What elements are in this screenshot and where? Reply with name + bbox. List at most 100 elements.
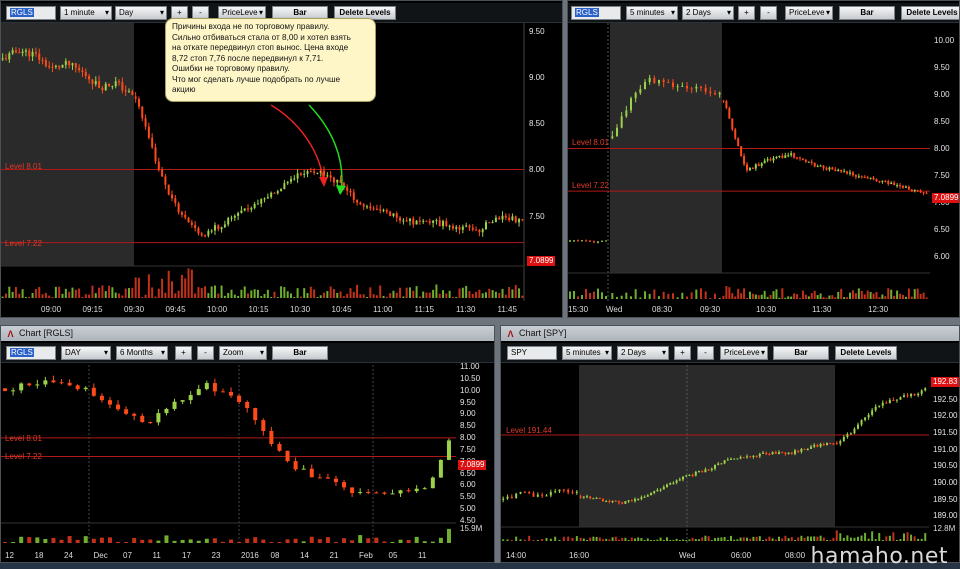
candle-body: [147, 126, 150, 138]
candle-body: [874, 406, 877, 411]
volume-bar: [303, 288, 306, 298]
candle-body: [71, 63, 74, 66]
ticker-input[interactable]: RGLS: [6, 346, 56, 360]
volume-bar: [567, 536, 570, 541]
delete-levels-button[interactable]: Delete Levels: [901, 6, 959, 20]
window-titlebar[interactable]: Λ Chart [RGLS]: [1, 326, 494, 341]
volume-bar: [762, 540, 764, 541]
volume-bar: [678, 540, 681, 541]
volume-bar: [881, 540, 884, 541]
x-tick-label: 09:30: [700, 305, 721, 314]
app-icon: Λ: [7, 329, 14, 339]
candle-body: [184, 214, 187, 218]
premarket-shade: [1, 23, 134, 266]
price-chart[interactable]: [568, 23, 930, 303]
bar-button[interactable]: Bar: [839, 6, 895, 20]
candle-body: [573, 240, 575, 242]
candle-body: [541, 494, 544, 496]
zoom-in-button[interactable]: +: [175, 346, 192, 360]
y-tick-label: 8.50: [934, 117, 950, 126]
bar-button[interactable]: Bar: [773, 346, 829, 360]
candle-body: [887, 181, 890, 184]
candle-body: [144, 118, 147, 127]
volume-bar: [630, 537, 633, 541]
app-icon: Λ: [507, 329, 514, 339]
zoom-out-button[interactable]: -: [760, 6, 777, 20]
price-chart[interactable]: [501, 365, 929, 545]
candle-body: [790, 452, 793, 454]
volume-bar: [717, 537, 720, 541]
zoom-out-button[interactable]: -: [697, 346, 714, 360]
candle-body: [21, 51, 24, 54]
volume-bar: [549, 538, 552, 541]
candle-body: [326, 175, 329, 177]
volume-bar: [592, 536, 595, 541]
volume-bar: [352, 292, 355, 298]
ticker-input[interactable]: SPY: [507, 346, 557, 360]
ticker-input[interactable]: RGLS: [571, 6, 621, 20]
interval-select[interactable]: 1 minute: [60, 6, 112, 20]
volume-bar: [108, 285, 111, 298]
bar-button[interactable]: Bar: [272, 346, 328, 360]
range-select[interactable]: 2 Days: [682, 6, 734, 20]
zoom-select[interactable]: Zoom: [219, 346, 267, 360]
volume-bar: [760, 294, 763, 299]
volume-bar: [675, 538, 678, 541]
volume-bar: [851, 290, 854, 299]
candle-body: [514, 216, 517, 223]
candle-body: [605, 240, 607, 242]
volume-bar: [917, 538, 920, 541]
zoom-out-button[interactable]: -: [197, 346, 214, 360]
volume-bar: [392, 290, 395, 298]
candle-body: [68, 61, 71, 66]
price-level-select[interactable]: PriceLeve: [785, 6, 833, 20]
range-select[interactable]: 6 Months: [116, 346, 168, 360]
volume-bar: [857, 288, 860, 299]
volume-bar: [247, 293, 250, 298]
volume-bar: [810, 536, 812, 541]
candle-body: [484, 222, 487, 230]
zoom-in-button[interactable]: +: [674, 346, 691, 360]
delete-levels-button[interactable]: Delete Levels: [835, 346, 897, 360]
candle-body: [108, 83, 111, 87]
range-select[interactable]: 2 Days: [617, 346, 669, 360]
candle-body: [99, 395, 104, 401]
note-line: на откате передвинул стоп вынос. Цена вх…: [172, 43, 349, 52]
candle-body: [643, 496, 646, 498]
volume-bar: [575, 536, 578, 541]
interval-select[interactable]: 5 minutes: [626, 6, 678, 20]
candle-body: [19, 383, 24, 391]
interval-select[interactable]: DAY: [61, 346, 111, 360]
candle-body: [28, 50, 31, 57]
candle-body: [148, 421, 153, 423]
volume-bar: [579, 537, 582, 541]
candle-body: [212, 383, 217, 392]
candle-body: [798, 157, 801, 159]
candle-body: [675, 480, 678, 483]
price-chart[interactable]: [1, 365, 456, 545]
ticker-input[interactable]: RGLS: [6, 6, 56, 20]
candle-body: [579, 496, 582, 498]
candle-body: [333, 478, 338, 483]
candle-body: [399, 217, 402, 221]
window-titlebar[interactable]: Λ Chart [SPY]: [501, 326, 959, 341]
y-tick-label: 191.00: [933, 444, 958, 454]
volume-bar: [261, 539, 266, 543]
candle-body: [829, 443, 832, 445]
volume-bar: [313, 289, 316, 298]
volume-bar: [54, 286, 57, 298]
range-select[interactable]: Day: [115, 6, 167, 20]
price-level-select[interactable]: PriceLeve: [720, 346, 768, 360]
candle-body: [510, 496, 513, 498]
interval-select[interactable]: 5 minutes: [562, 346, 612, 360]
candle-body: [686, 85, 688, 89]
volume-bar: [151, 287, 154, 298]
candle-body: [575, 491, 578, 493]
zoom-in-button[interactable]: +: [738, 6, 755, 20]
y-tick-label: 191.50: [933, 428, 958, 437]
candle-body: [51, 380, 56, 383]
x-tick-label: 11: [418, 551, 427, 560]
volume-bar: [289, 293, 292, 298]
candle-body: [602, 498, 604, 502]
candle-body: [67, 382, 72, 386]
